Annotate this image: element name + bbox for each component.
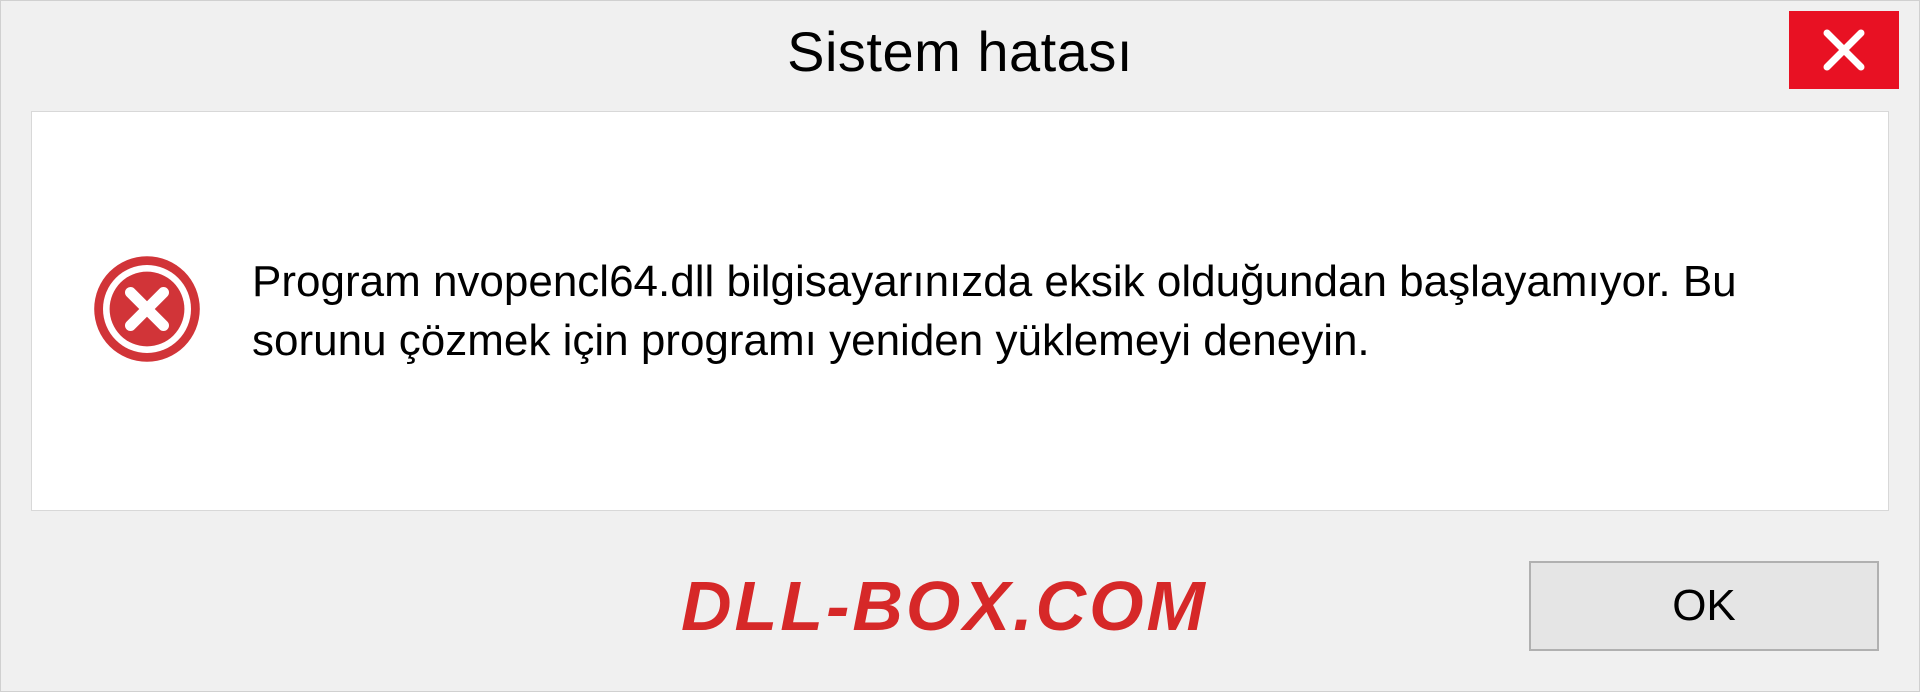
dialog-title: Sistem hatası bbox=[787, 19, 1133, 84]
error-message: Program nvopencl64.dll bilgisayarınızda … bbox=[252, 252, 1828, 371]
content-panel: Program nvopencl64.dll bilgisayarınızda … bbox=[31, 111, 1889, 511]
ok-button[interactable]: OK bbox=[1529, 561, 1879, 651]
error-icon-wrap bbox=[92, 254, 202, 369]
watermark-text: DLL-BOX.COM bbox=[681, 566, 1208, 646]
error-dialog: Sistem hatası Program nvopencl64.dll bil… bbox=[0, 0, 1920, 692]
close-icon bbox=[1819, 25, 1869, 75]
close-button[interactable] bbox=[1789, 11, 1899, 89]
error-icon bbox=[92, 254, 202, 364]
titlebar: Sistem hatası bbox=[1, 1, 1919, 101]
dialog-footer: DLL-BOX.COM OK bbox=[1, 541, 1919, 691]
